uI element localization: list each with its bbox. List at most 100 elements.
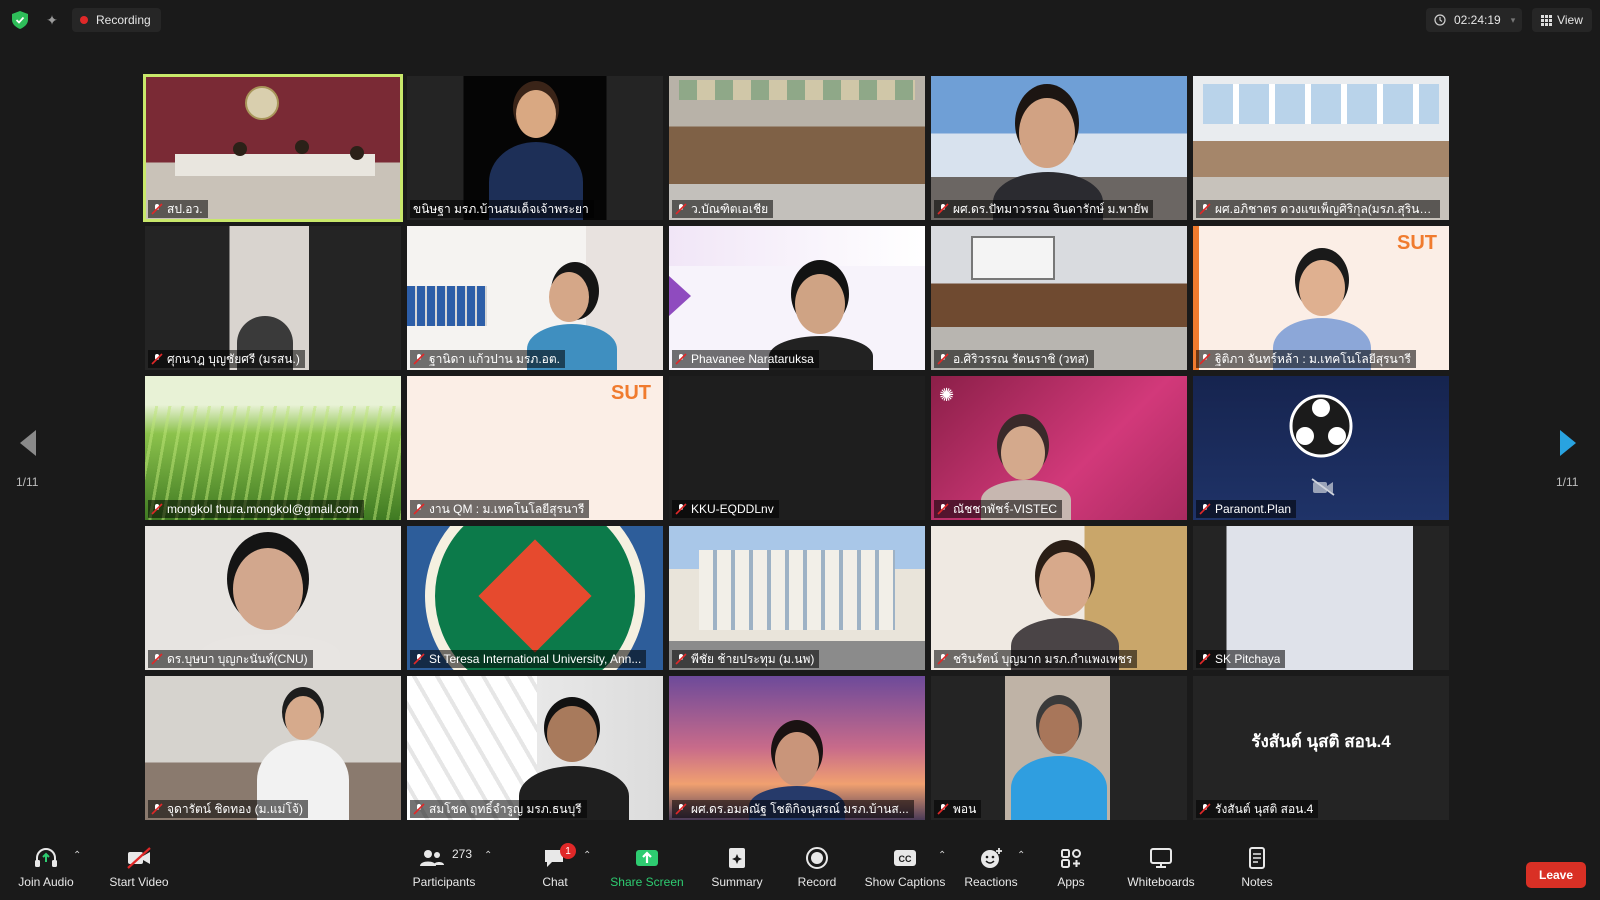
video-tile[interactable]: ว.บัณฑิตเอเชีย (669, 76, 925, 220)
participant-name-label: พอน (934, 800, 982, 818)
next-page-icon[interactable] (1558, 428, 1578, 458)
muted-mic-icon (937, 503, 949, 515)
show-captions-label: Show Captions (864, 875, 946, 889)
video-tile[interactable]: ศุกนาฎ บุญชัยศรี (มรสน.) (145, 226, 401, 370)
video-gallery: สป.อว. ขนิษฐา มรภ.บ้านสมเด็จเจ้าพระยา ว.… (143, 74, 1453, 820)
muted-mic-icon (1199, 503, 1211, 515)
participant-name-label: SK Pitchaya (1196, 650, 1286, 668)
muted-mic-icon (1199, 803, 1211, 815)
participant-name-label: ผศ.ดร.อมลณัฐ โชติกิจนุสรณ์ มรภ.บ้านส... (672, 800, 914, 818)
video-tile[interactable]: SUT งาน QM : ม.เทคโนโลยีสุรนารี (407, 376, 663, 520)
video-tile[interactable]: St Teresa International University, Ann.… (407, 526, 663, 670)
video-tile[interactable]: รังสันต์ นุสติ สอน.4 รังสันต์ นุสติ สอน.… (1193, 676, 1449, 820)
video-tile[interactable]: ✺ ณัชชาพัชร์-VISTEC (931, 376, 1187, 520)
participant-name-label: จุดารัตน์ ชิดทอง (ม.แม่โจ้) (148, 800, 308, 818)
recording-label: Recording (96, 13, 151, 27)
video-tile[interactable]: ผศ.อภิชาตร ดวงแขเพ็ญศิริกุล(มรภ.สุรินท..… (1193, 76, 1449, 220)
muted-mic-icon (151, 353, 163, 365)
apps-button[interactable]: Apps (1038, 842, 1104, 900)
participants-count: 273 (452, 847, 473, 861)
obs-logo-icon (1289, 394, 1353, 458)
video-tile[interactable]: ขนิษฐา มรภ.บ้านสมเด็จเจ้าพระยา (407, 76, 663, 220)
meeting-toolbar: Join Audio ⌃ Start Video 273 Participant… (0, 842, 1600, 900)
participant-name-label: อ.ศิริวรรณ รัตนราชิ (วทส) (934, 350, 1094, 368)
apps-label: Apps (1057, 875, 1085, 889)
share-screen-button[interactable]: Share Screen (606, 842, 688, 900)
muted-mic-icon (675, 503, 687, 515)
video-tile[interactable]: สมโชค ฤทธิ์จำรูญ มรภ.ธนบุรี (407, 676, 663, 820)
seal-emblem (245, 86, 279, 120)
shield-icon[interactable] (12, 11, 28, 29)
view-button[interactable]: View (1532, 8, 1592, 32)
muted-mic-icon (1199, 203, 1211, 215)
participant-name-label: รังสันต์ นุสติ สอน.4 (1196, 800, 1319, 818)
reactions-button[interactable]: Reactions (956, 842, 1026, 900)
notes-button[interactable]: Notes (1224, 842, 1290, 900)
muted-mic-icon (413, 353, 425, 365)
conference-table (175, 154, 375, 176)
video-tile[interactable]: mongkol thura.mongkol@gmail.com (145, 376, 401, 520)
join-audio-button[interactable]: Join Audio (12, 842, 80, 900)
chat-button[interactable]: 1 Chat (520, 842, 590, 900)
video-tile[interactable]: ชรินรัตน์ บุญมาก มรภ.กำแพงเพชร (931, 526, 1187, 670)
video-tile[interactable]: Paranont.Plan (1193, 376, 1449, 520)
video-tile[interactable]: SUT ฐิติภา จันทร์หล้า : ม.เทคโนโลยีสุรนา… (1193, 226, 1449, 370)
participant-name-label: Phavanee Narataruksa (672, 350, 819, 368)
clock-icon (1434, 14, 1446, 26)
participant-name-label: Paranont.Plan (1196, 500, 1297, 518)
video-tile[interactable]: อ.ศิริวรรณ รัตนราชิ (วทส) (931, 226, 1187, 370)
chat-label: Chat (542, 875, 568, 889)
sut-logo: SUT (1397, 232, 1437, 254)
captions-options-chevron-icon[interactable]: ⌃ (938, 850, 946, 861)
reactions-options-chevron-icon[interactable]: ⌃ (1017, 850, 1025, 861)
previous-page-icon[interactable] (18, 428, 38, 458)
participant-name-label: งาน QM : ม.เทคโนโลยีสุรนารี (410, 500, 590, 518)
summary-button[interactable]: Summary (702, 842, 772, 900)
video-tile[interactable]: SK Pitchaya (1193, 526, 1449, 670)
whiteboards-button[interactable]: Whiteboards (1118, 842, 1204, 900)
grid-icon (1541, 14, 1553, 26)
show-captions-button[interactable]: CC Show Captions (862, 842, 948, 900)
whiteboard (971, 236, 1055, 280)
video-tile[interactable]: ผศ.ดร.ปัทมาวรรณ จินดารักษ์ ม.พายัพ (931, 76, 1187, 220)
muted-mic-icon (151, 203, 163, 215)
participant-name-label: mongkol thura.mongkol@gmail.com (148, 500, 364, 518)
smiley-plus-icon (981, 848, 1002, 868)
muted-mic-icon (675, 203, 687, 215)
video-tile[interactable]: KKU-EQDDLnv (669, 376, 925, 520)
whiteboard-icon (1150, 848, 1172, 868)
recording-indicator[interactable]: Recording (72, 8, 161, 32)
video-tile[interactable]: พอน (931, 676, 1187, 820)
meeting-timer[interactable]: 02:24:19 ▾ (1426, 8, 1522, 32)
video-tile[interactable]: Phavanee Narataruksa (669, 226, 925, 370)
muted-mic-icon (413, 653, 425, 665)
video-tile[interactable]: ผศ.ดร.อมลณัฐ โชติกิจนุสรณ์ มรภ.บ้านส... (669, 676, 925, 820)
muted-mic-icon (675, 653, 687, 665)
muted-mic-icon (151, 653, 163, 665)
muted-mic-icon (937, 653, 949, 665)
muted-mic-icon (413, 803, 425, 815)
video-tile[interactable]: พีชัย ช้ายประทุม (ม.นพ) (669, 526, 925, 670)
participant-name-label: ฐิติภา จันทร์หล้า : ม.เทคโนโลยีสุรนารี (1196, 350, 1416, 368)
chat-options-chevron-icon[interactable]: ⌃ (583, 850, 591, 861)
participant-name-label: สป.อว. (148, 200, 208, 218)
audio-options-chevron-icon[interactable]: ⌃ (73, 850, 81, 861)
view-label: View (1557, 13, 1583, 27)
participant-name-label: ณัชชาพัชร์-VISTEC (934, 500, 1062, 518)
video-tile[interactable]: สป.อว. (143, 74, 403, 222)
video-tile[interactable]: ฐานิดา แก้วปาน มรภ.อต. (407, 226, 663, 370)
participant-name-label: ศุกนาฎ บุญชัยศรี (มรสน.) (148, 350, 305, 368)
video-tile[interactable]: ดร.บุษบา บุญกะนันท์(CNU) (145, 526, 401, 670)
slide-header (669, 226, 925, 266)
page-counter-right: 1/11 (1556, 475, 1579, 489)
leave-button[interactable]: Leave (1526, 862, 1586, 888)
record-label: Record (797, 875, 837, 889)
join-audio-label: Join Audio (18, 875, 74, 889)
record-button[interactable]: Record (782, 842, 852, 900)
video-tile[interactable]: จุดารัตน์ ชิดทอง (ม.แม่โจ้) (145, 676, 401, 820)
bookshelf (407, 286, 487, 326)
ai-sparkle-icon[interactable]: ✦ (42, 10, 62, 30)
participants-options-chevron-icon[interactable]: ⌃ (484, 850, 492, 861)
participants-button[interactable]: 273 Participants (406, 842, 482, 900)
start-video-button[interactable]: Start Video (104, 842, 174, 900)
